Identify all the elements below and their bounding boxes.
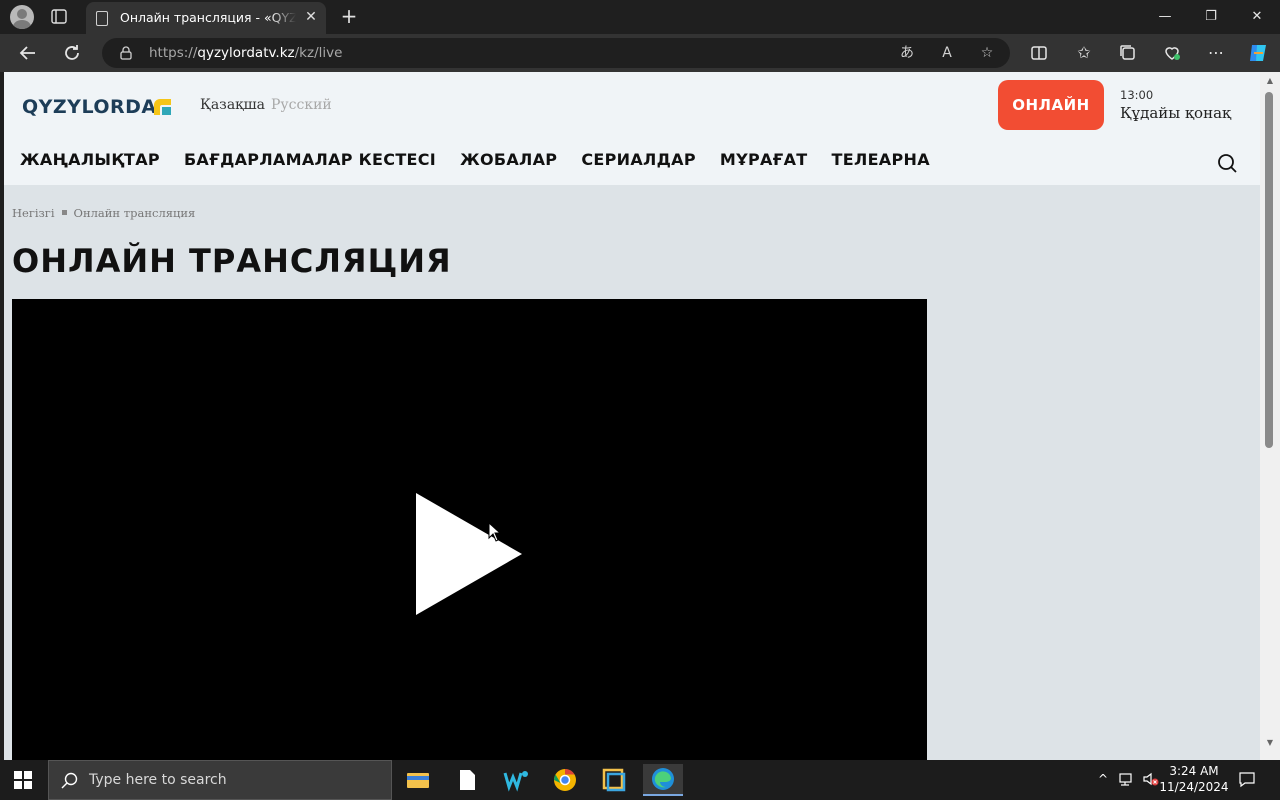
file-explorer-icon[interactable] [398, 764, 438, 796]
sandbox-app-icon[interactable] [594, 764, 634, 796]
breadcrumb: Негізгі Онлайн трансляция [12, 206, 195, 220]
video-player[interactable] [12, 299, 927, 760]
scroll-down-arrow-icon[interactable]: ▼ [1264, 738, 1276, 748]
chrome-icon[interactable] [545, 764, 585, 796]
tab-title: Онлайн трансляция - «QYZYLORDA [120, 10, 296, 25]
clock-date: 11/24/2024 [1159, 780, 1229, 794]
read-aloud-icon[interactable]: A [935, 41, 959, 65]
browser-tab-bar: Онлайн трансляция - «QYZYLORDA ✕ + — ❐ ✕ [0, 0, 1280, 34]
logo-mark-icon[interactable] [154, 99, 171, 115]
close-window-button[interactable]: ✕ [1234, 0, 1280, 34]
new-tab-button[interactable]: + [338, 5, 360, 27]
web-page: QYZYLORDA Қазақша Русский ОНЛАЙН 13:00 Қ… [4, 72, 1260, 760]
profile-avatar-icon[interactable] [10, 5, 34, 29]
page-scrollbar[interactable]: ▲ ▼ [1260, 72, 1280, 760]
windows-taskbar: Type here to search ^ 3:24 AM 11/24/2024 [0, 760, 1280, 800]
nav-item-channel[interactable]: ТЕЛЕАРНА [832, 150, 930, 172]
play-icon[interactable] [416, 493, 524, 617]
collections-icon[interactable] [1116, 41, 1140, 65]
site-header: QYZYLORDA Қазақша Русский ОНЛАЙН 13:00 Қ… [4, 72, 1260, 185]
nav-item-series[interactable]: СЕРИАЛДАР [581, 150, 696, 172]
settings-more-icon[interactable]: ⋯ [1204, 41, 1228, 65]
restore-button[interactable]: ❐ [1188, 0, 1234, 34]
back-arrow-icon[interactable] [16, 41, 40, 65]
lock-icon[interactable] [120, 45, 132, 60]
now-playing-time: 13:00 [1120, 88, 1154, 102]
network-icon[interactable] [1118, 770, 1136, 788]
main-navigation: ЖАҢАЛЫҚТАР БАҒДАРЛАМАЛАР КЕСТЕСІ ЖОБАЛАР… [20, 150, 954, 172]
nav-item-projects[interactable]: ЖОБАЛАР [460, 150, 557, 172]
breadcrumb-separator [61, 210, 67, 215]
scroll-up-arrow-icon[interactable]: ▲ [1264, 76, 1276, 86]
search-icon[interactable] [1216, 152, 1238, 174]
url-scheme: https:// [149, 45, 198, 61]
edge-icon[interactable] [643, 764, 683, 796]
tray-overflow-chevron-icon[interactable]: ^ [1094, 770, 1112, 788]
nav-item-schedule[interactable]: БАҒДАРЛАМАЛАР КЕСТЕСІ [184, 150, 436, 172]
favorite-star-icon[interactable]: ☆ [975, 41, 999, 65]
language-kazakh-link[interactable]: Қазақша [200, 97, 265, 113]
page-favicon-icon [96, 11, 108, 26]
breadcrumb-current: Онлайн трансляция [73, 206, 196, 220]
url-path: /kz/live [294, 45, 343, 61]
url-text[interactable]: https://qyzylordatv.kz/kz/live [149, 45, 342, 61]
active-tab[interactable]: Онлайн трансляция - «QYZYLORDA ✕ [86, 2, 326, 34]
nav-item-news[interactable]: ЖАҢАЛЫҚТАР [20, 150, 160, 172]
browser-toolbar: https://qyzylordatv.kz/kz/live あ A ☆ ✩ ⋯ [0, 34, 1280, 72]
breadcrumb-home-link[interactable]: Негізгі [12, 206, 55, 220]
address-bar[interactable]: https://qyzylordatv.kz/kz/live あ A ☆ [102, 38, 1010, 68]
nav-item-archive[interactable]: МҰРАҒАТ [720, 150, 808, 172]
copilot-icon[interactable] [1246, 41, 1270, 65]
search-placeholder: Type here to search [89, 772, 227, 788]
translate-icon[interactable]: あ [895, 41, 919, 65]
taskbar-clock[interactable]: 3:24 AM 11/24/2024 [1158, 763, 1230, 795]
minimize-button[interactable]: — [1142, 0, 1188, 34]
notepad-icon[interactable] [447, 764, 487, 796]
windows-start-icon[interactable] [14, 771, 32, 789]
page-title: ОНЛАЙН ТРАНСЛЯЦИЯ [12, 242, 452, 280]
clock-time: 3:24 AM [1169, 764, 1219, 778]
split-screen-icon[interactable] [1027, 41, 1051, 65]
now-playing-title[interactable]: Құдайы қонақ [1120, 104, 1231, 122]
tab-close-icon[interactable]: ✕ [302, 8, 320, 26]
taskbar-search-box[interactable]: Type here to search [48, 760, 392, 800]
url-host: qyzylordatv.kz [197, 45, 295, 61]
site-logo[interactable]: QYZYLORDA [22, 96, 157, 118]
browser-essentials-icon[interactable] [1160, 41, 1184, 65]
refresh-icon[interactable] [60, 41, 84, 65]
notifications-icon[interactable] [1238, 770, 1256, 788]
wps-app-icon[interactable] [496, 764, 536, 796]
search-icon [61, 772, 79, 790]
language-russian-link[interactable]: Русский [271, 97, 332, 113]
mouse-cursor-icon [488, 521, 502, 542]
favorites-icon[interactable]: ✩ [1072, 41, 1096, 65]
scroll-thumb[interactable] [1265, 92, 1273, 448]
online-button[interactable]: ОНЛАЙН [998, 80, 1104, 130]
tab-actions-icon[interactable] [48, 7, 70, 27]
